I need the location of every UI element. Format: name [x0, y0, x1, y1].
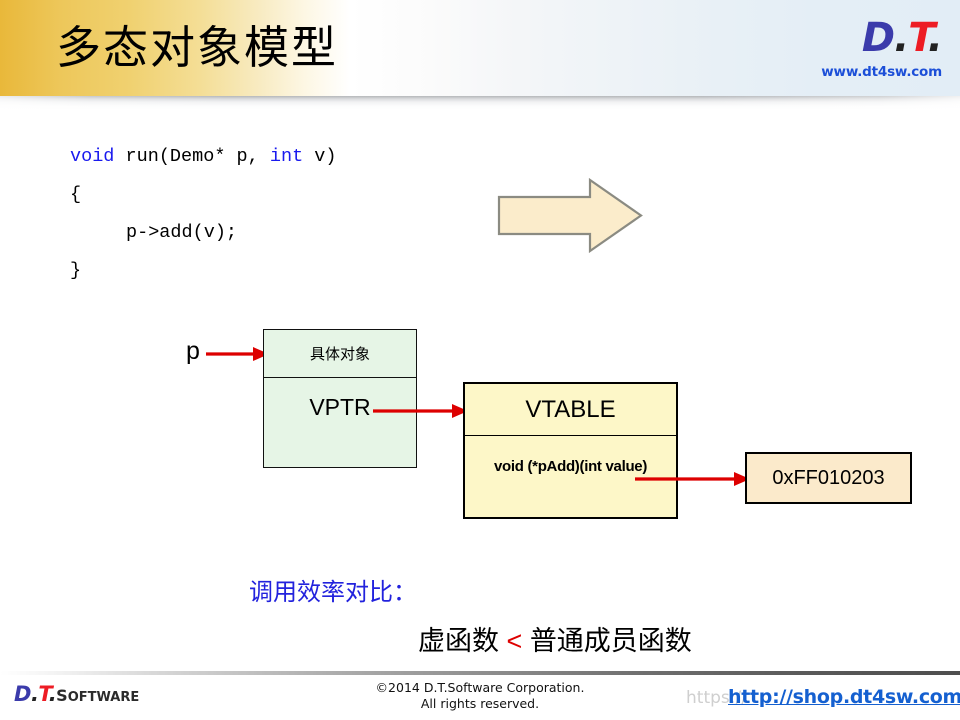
logo-letter-d: D — [861, 15, 895, 61]
code-line-4: } — [70, 260, 82, 281]
code-line-3: p->add(v); — [126, 222, 238, 243]
code-keyword-void: void — [70, 146, 115, 167]
footer-copyright-line-1: ©2014 D.T.Software Corporation. — [375, 680, 585, 695]
footer-copyright: ©2014 D.T.Software Corporation. All righ… — [330, 680, 630, 712]
object-box-header: 具体对象 — [264, 330, 416, 378]
code-keyword-int: int — [269, 146, 304, 167]
brand-logo: D.T. www.dt4sw.com — [796, 15, 943, 90]
code-line-1: void run(Demo* p, int v) — [70, 138, 336, 176]
footer-logo-word-rest: OFTWARE — [67, 690, 140, 705]
footer-logo-wordmark: SOFTWARE — [56, 686, 139, 705]
brand-website-url: www.dt4sw.com — [821, 64, 942, 80]
pointer-label-p: p — [186, 337, 200, 365]
conclusion-right-term: 普通成员函数 — [529, 626, 692, 656]
arrow-p-to-object — [206, 347, 269, 361]
logo-dot-1: . — [894, 15, 909, 61]
footer-link-container[interactable]: https:// http://shop.dt4sw.com — [686, 686, 960, 712]
conclusion-comparison: 虚函数 < 普通成员函数 — [418, 619, 692, 658]
footer-copyright-line-2: All rights reserved. — [420, 696, 540, 711]
code-block: void run(Demo* p, int v) { p->add(v);} — [70, 138, 336, 290]
code-line-2: { — [70, 184, 82, 205]
page-title: 多态对象模型 — [56, 22, 339, 73]
vtable-box-header: VTABLE — [465, 384, 676, 436]
code-line-1-rest: run(Demo* p, — [114, 146, 270, 167]
conclusion-left-term: 虚函数 — [418, 626, 499, 656]
footer-shop-link[interactable]: http://shop.dt4sw.com — [728, 686, 960, 708]
flow-arrow-icon — [497, 178, 643, 253]
footer-brand-logo: D.T.SOFTWARE — [14, 684, 139, 706]
footer-logo-letter-t: T — [38, 682, 49, 706]
code-line-1-tail: v) — [303, 146, 337, 167]
function-address-box: 0xFF010203 — [745, 452, 912, 504]
footer-logo-mark: D.T. — [14, 682, 57, 706]
logo-dot-2: . — [927, 15, 943, 61]
conclusion-label: 调用效率对比： — [249, 579, 417, 606]
vtable-box: VTABLE void (*pAdd)(int value) — [463, 382, 678, 519]
conclusion-operator: < — [506, 626, 523, 656]
arrow-vtable-to-address — [635, 472, 750, 486]
header-shadow — [0, 96, 960, 110]
footer-logo-word-s: S — [56, 686, 68, 705]
logo-letter-t: T — [908, 15, 928, 61]
brand-logo-mark: D.T. — [796, 15, 943, 61]
arrow-vptr-to-vtable — [373, 404, 468, 418]
footer-logo-letter-d: D — [14, 682, 31, 706]
